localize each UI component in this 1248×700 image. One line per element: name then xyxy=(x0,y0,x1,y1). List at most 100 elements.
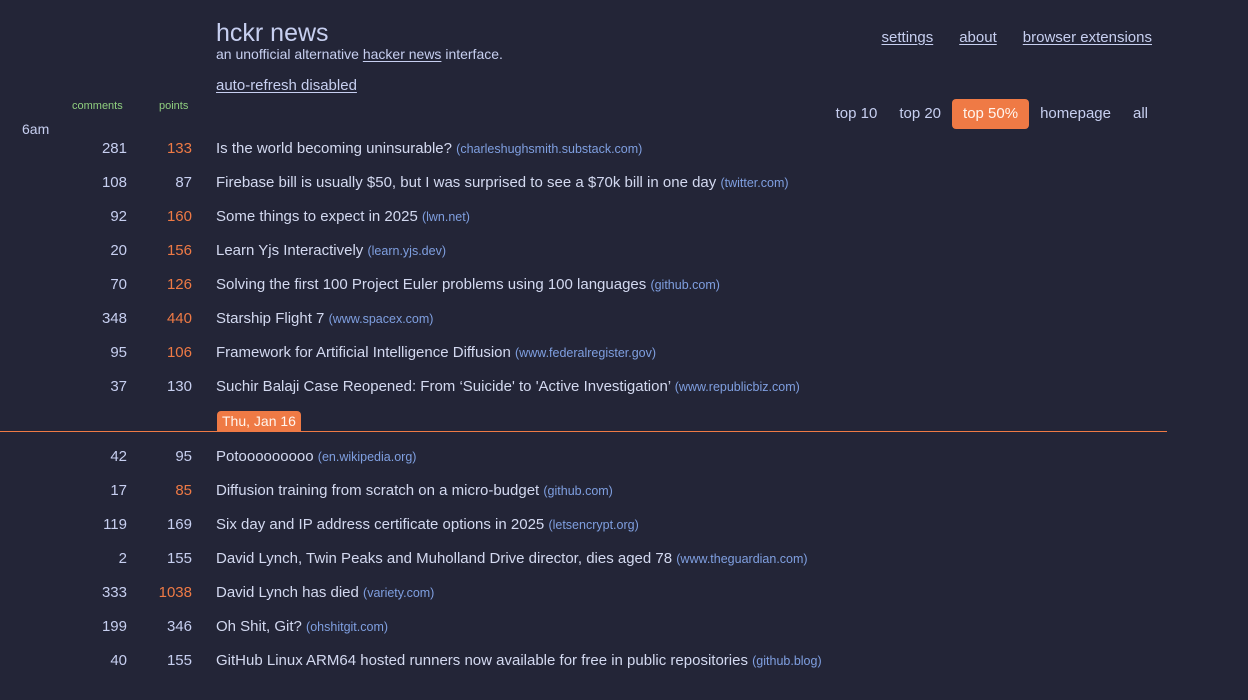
browser-extensions-link[interactable]: browser extensions xyxy=(1023,29,1152,47)
story-title-link[interactable]: Framework for Artificial Intelligence Di… xyxy=(216,344,511,361)
story-title-group: Six day and IP address certificate optio… xyxy=(216,515,639,535)
story-title-link[interactable]: Some things to expect in 2025 xyxy=(216,208,418,225)
points-count: 155 xyxy=(166,652,192,669)
story-title-link[interactable]: GitHub Linux ARM64 hosted runners now av… xyxy=(216,652,748,669)
story-row: 333 1038 David Lynch has died (variety.com… xyxy=(0,583,1248,603)
story-title-group: GitHub Linux ARM64 hosted runners now av… xyxy=(216,651,822,671)
story-title-group: David Lynch has died (variety.com) xyxy=(216,583,434,603)
points-count: 160 xyxy=(166,208,192,225)
story-row: 199 346 Oh Shit, Git? (ohshitgit.com) xyxy=(0,617,1248,637)
filter-top-50-percent[interactable]: top 50% xyxy=(952,99,1030,129)
comments-count-link[interactable]: 17 xyxy=(110,481,127,501)
story-title-link[interactable]: Learn Yjs Interactively xyxy=(216,242,363,259)
comments-count-link[interactable]: 333 xyxy=(102,583,127,603)
story-row: 2 155 David Lynch, Twin Peaks and Muhollan… xyxy=(0,549,1248,569)
story-domain: (charleshughsmith.substack.com) xyxy=(456,142,643,156)
story-title-group: Learn Yjs Interactively (learn.yjs.dev) xyxy=(216,241,446,261)
story-domain: (www.republicbiz.com) xyxy=(674,380,800,394)
story-domain: (learn.yjs.dev) xyxy=(367,244,446,258)
site-title[interactable]: hckr news xyxy=(216,18,329,48)
story-domain: (ohshitgit.com) xyxy=(306,620,389,634)
story-domain: (github.blog) xyxy=(752,654,822,668)
story-row: 40 155 GitHub Linux ARM64 hosted runners n… xyxy=(0,651,1248,671)
comments-count-link[interactable]: 348 xyxy=(102,309,127,329)
story-row: 281 133 Is the world becoming uninsurable?… xyxy=(0,139,1248,159)
story-title-group: David Lynch, Twin Peaks and Muholland Dr… xyxy=(216,549,808,569)
about-link[interactable]: about xyxy=(959,29,997,47)
points-count: 87 xyxy=(175,174,192,191)
points-count: 106 xyxy=(166,344,192,361)
points-count: 156 xyxy=(166,242,192,259)
hacker-news-link[interactable]: hacker news xyxy=(363,46,442,62)
comments-count-link[interactable]: 92 xyxy=(110,207,127,227)
story-title-link[interactable]: Six day and IP address certificate optio… xyxy=(216,516,544,533)
story-title-link[interactable]: Is the world becoming uninsurable? xyxy=(216,140,452,157)
filter-top-10[interactable]: top 10 xyxy=(825,99,889,129)
story-domain: (github.com) xyxy=(543,484,613,498)
story-title-link[interactable]: Oh Shit, Git? xyxy=(216,618,302,635)
story-title-link[interactable]: Firebase bill is usually $50, but I was … xyxy=(216,174,716,191)
story-title-group: Suchir Balaji Case Reopened: From ‘Suici… xyxy=(216,377,800,397)
story-row: 42 95 Potooooooooo (en.wikipedia.org) xyxy=(0,447,1248,467)
story-domain: (variety.com) xyxy=(363,586,435,600)
story-domain: (letsencrypt.org) xyxy=(548,518,639,532)
story-domain: (www.federalregister.gov) xyxy=(515,346,657,360)
points-count: 1038 xyxy=(158,584,192,601)
story-title-link[interactable]: David Lynch has died xyxy=(216,584,359,601)
comments-column-header: comments xyxy=(72,100,123,112)
comments-count-link[interactable]: 40 xyxy=(110,651,127,671)
comments-count-link[interactable]: 2 xyxy=(119,549,127,569)
comments-count-link[interactable]: 119 xyxy=(103,515,127,535)
settings-link[interactable]: settings xyxy=(882,29,934,47)
story-title-group: Potooooooooo (en.wikipedia.org) xyxy=(216,447,416,467)
tagline-prefix: an unofficial alternative xyxy=(216,46,363,62)
comments-count-link[interactable]: 281 xyxy=(102,139,127,159)
points-count: 95 xyxy=(175,448,192,465)
story-title-group: Diffusion training from scratch on a mic… xyxy=(216,481,613,501)
comments-count-link[interactable]: 42 xyxy=(110,447,127,467)
comments-count-link[interactable]: 108 xyxy=(102,173,127,193)
filter-homepage[interactable]: homepage xyxy=(1029,99,1122,129)
story-row: 20 156 Learn Yjs Interactively (learn.yjs.… xyxy=(0,241,1248,261)
story-domain: (www.spacex.com) xyxy=(328,312,434,326)
comments-count-link[interactable]: 95 xyxy=(110,343,127,363)
story-title-link[interactable]: Diffusion training from scratch on a mic… xyxy=(216,482,539,499)
story-row: 108 87 Firebase bill is usually $50, but I… xyxy=(0,173,1248,193)
tagline: an unofficial alternative hacker news in… xyxy=(216,46,503,63)
story-row: 70 126 Solving the first 100 Project Euler… xyxy=(0,275,1248,295)
story-title-group: Firebase bill is usually $50, but I was … xyxy=(216,173,789,193)
story-title-link[interactable]: Potooooooooo xyxy=(216,448,314,465)
story-title-group: Is the world becoming uninsurable? (char… xyxy=(216,139,642,159)
filter-top-20[interactable]: top 20 xyxy=(888,99,952,129)
date-separator-line xyxy=(0,431,1167,432)
comments-count-link[interactable]: 37 xyxy=(110,377,127,397)
auto-refresh-toggle[interactable]: auto-refresh disabled xyxy=(216,77,357,95)
filter-all[interactable]: all xyxy=(1122,99,1159,129)
story-title-link[interactable]: Solving the first 100 Project Euler prob… xyxy=(216,276,646,293)
story-domain: (lwn.net) xyxy=(421,210,470,224)
story-title-group: Starship Flight 7 (www.spacex.com) xyxy=(216,309,433,329)
comments-count-link[interactable]: 70 xyxy=(110,275,127,295)
story-row: 95 106 Framework for Artificial Intelligen… xyxy=(0,343,1248,363)
story-row: 37 130 Suchir Balaji Case Reopened: From ‘… xyxy=(0,377,1248,397)
story-domain: (www.theguardian.com) xyxy=(676,552,808,566)
points-count: 169 xyxy=(166,516,192,533)
points-count: 346 xyxy=(166,618,192,635)
points-count: 126 xyxy=(166,276,192,293)
story-title-link[interactable]: David Lynch, Twin Peaks and Muholland Dr… xyxy=(216,550,672,567)
story-title-group: Framework for Artificial Intelligence Di… xyxy=(216,343,656,363)
story-title-link[interactable]: Starship Flight 7 xyxy=(216,310,324,327)
tagline-suffix: interface. xyxy=(441,46,503,62)
comments-count-link[interactable]: 20 xyxy=(110,241,127,261)
points-count: 133 xyxy=(166,140,192,157)
points-count: 440 xyxy=(166,310,192,327)
page: hckr news an unofficial alternative hack… xyxy=(0,0,1248,700)
comments-count-link[interactable]: 199 xyxy=(102,617,127,637)
points-column-header: points xyxy=(159,100,189,112)
story-title-group: Some things to expect in 2025 (lwn.net) xyxy=(216,207,470,227)
points-count: 155 xyxy=(166,550,192,567)
story-title-link[interactable]: Suchir Balaji Case Reopened: From ‘Suici… xyxy=(216,378,671,395)
top-nav: settings about browser extensions xyxy=(882,29,1152,47)
points-count: 85 xyxy=(175,482,192,499)
story-title-group: Solving the first 100 Project Euler prob… xyxy=(216,275,720,295)
